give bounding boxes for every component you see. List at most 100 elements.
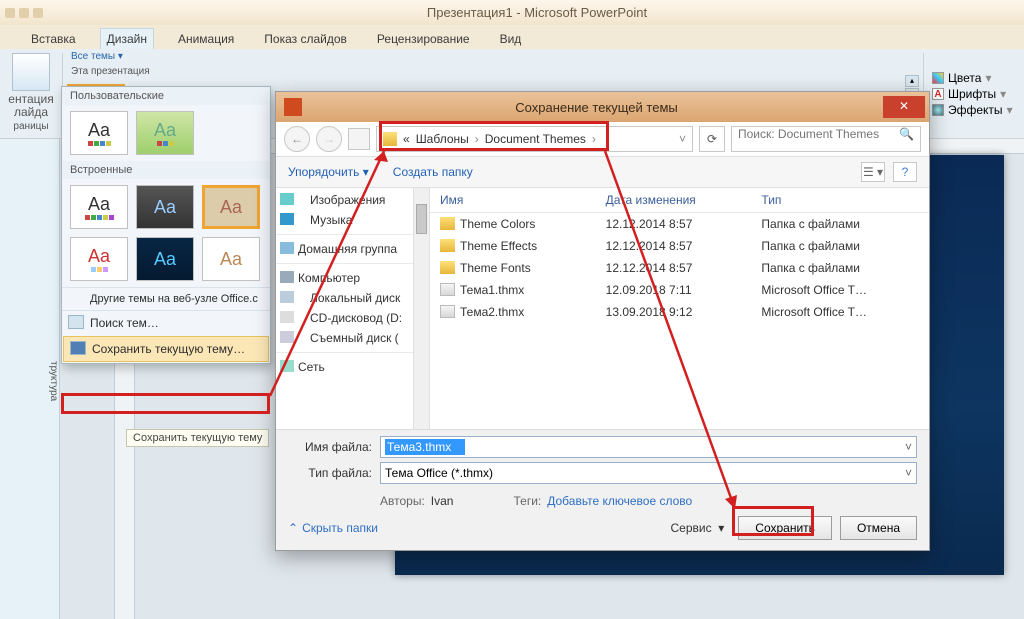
app-title: Презентация1 - Microsoft PowerPoint: [50, 5, 1024, 20]
theme-thumb[interactable]: Aa: [70, 111, 128, 155]
col-name[interactable]: Имя: [430, 188, 596, 213]
folder-icon: [440, 239, 455, 252]
filetype-value: Тема Office (*.thmx): [385, 466, 493, 480]
theme-thumb[interactable]: Aa: [136, 185, 194, 229]
filename-label: Имя файла:: [288, 440, 372, 454]
breadcrumb[interactable]: « Шаблоны› Document Themes› ˅: [376, 126, 693, 152]
powerpoint-icon: [284, 98, 302, 116]
ribbon-orientation-group: ентациялайда раницы: [0, 49, 62, 138]
col-type[interactable]: Тип: [751, 188, 929, 213]
tree-images: Изображения: [276, 190, 413, 210]
tree-cd-drive: CD-дисковод (D:: [276, 308, 413, 328]
dialog-close-button[interactable]: ✕: [883, 96, 925, 118]
theme-gallery-dropdown: Пользовательские Aa Aa Встроенные Aa Aa …: [61, 86, 271, 364]
organize-button[interactable]: Упорядочить ▾: [288, 165, 369, 179]
file-row[interactable]: Theme Effects12.12.2014 8:57Папка с файл…: [430, 235, 929, 257]
app-titlebar: Презентация1 - Microsoft PowerPoint: [0, 0, 1024, 25]
chevron-up-icon: ⌃: [288, 521, 298, 535]
file-row[interactable]: Theme Fonts12.12.2014 8:57Папка с файлам…: [430, 257, 929, 279]
filename-dropdown-icon[interactable]: ˅: [905, 440, 912, 454]
theme-scroll-up-icon[interactable]: ▴: [905, 75, 919, 87]
theme-fonts-button[interactable]: AШрифты ▾: [932, 87, 1016, 101]
hide-folders-button[interactable]: ⌃Скрыть папки: [288, 521, 378, 535]
tab-review[interactable]: Рецензирование: [371, 29, 476, 49]
section-builtin: Встроенные: [62, 161, 270, 179]
folder-tree[interactable]: Изображения Музыка Домашняя группа Компь…: [276, 188, 414, 429]
folder-icon: [440, 261, 455, 274]
search-box[interactable]: 🔍: [731, 126, 921, 152]
theme-file-icon: [440, 283, 455, 296]
dialog-title: Сохранение текущей темы: [310, 100, 883, 115]
save-theme-dialog: Сохранение текущей темы ✕ ← → « Шаблоны›…: [275, 91, 930, 551]
service-button[interactable]: Сервис ▾: [671, 521, 725, 535]
tree-computer: Компьютер: [276, 268, 413, 288]
section-custom: Пользовательские: [62, 87, 270, 105]
tree-network: Сеть: [276, 357, 413, 377]
nav-forward-button[interactable]: →: [316, 126, 342, 152]
tree-removable: Съемный диск (: [276, 328, 413, 348]
folder-icon: [440, 217, 455, 230]
folder-icon: [383, 132, 397, 146]
theme-thumb[interactable]: Aa: [136, 111, 194, 155]
network-icon: [280, 360, 294, 372]
nav-back-button[interactable]: ←: [284, 126, 310, 152]
file-row[interactable]: Theme Colors12.12.2014 8:57Папка с файла…: [430, 213, 929, 236]
col-date[interactable]: Дата изменения: [596, 188, 752, 213]
refresh-button[interactable]: ⟳: [699, 126, 725, 152]
dialog-nav: ← → « Шаблоны› Document Themes› ˅ ⟳ 🔍: [276, 122, 929, 156]
dialog-toolbar: Упорядочить ▾ Создать папку ☰ ▾ ?: [276, 156, 929, 188]
dialog-titlebar: Сохранение текущей темы ✕: [276, 92, 929, 122]
add-tag-link[interactable]: Добавьте ключевое слово: [547, 494, 692, 508]
filename-input[interactable]: [385, 439, 465, 455]
browse-themes[interactable]: Поиск тем…: [62, 310, 270, 335]
filetype-dropdown-icon[interactable]: ˅: [905, 466, 912, 480]
save-button[interactable]: Сохранить: [738, 516, 832, 540]
dialog-bottom: Имя файла: ˅ Тип файла: Тема Office (*.t…: [276, 429, 929, 550]
theme-thumb[interactable]: Aa: [136, 237, 194, 281]
tree-local-disk: Локальный диск: [276, 288, 413, 308]
search-icon: 🔍: [899, 127, 914, 141]
cancel-button[interactable]: Отмена: [840, 516, 917, 540]
theme-thumb[interactable]: Aa: [70, 237, 128, 281]
homegroup-icon: [280, 242, 294, 254]
nav-up-button[interactable]: [348, 128, 370, 150]
tree-homegroup: Домашняя группа: [276, 239, 413, 259]
tab-design[interactable]: Дизайн: [100, 28, 154, 49]
all-themes-link[interactable]: Все темы ▾: [67, 51, 901, 66]
music-icon: [280, 213, 294, 225]
orientation-icon[interactable]: [12, 53, 50, 91]
theme-thumb[interactable]: Aa: [70, 185, 128, 229]
new-folder-button[interactable]: Создать папку: [393, 165, 473, 179]
tab-slideshow[interactable]: Показ слайдов: [258, 29, 353, 49]
file-list[interactable]: Имя Дата изменения Тип Theme Colors12.12…: [430, 188, 929, 429]
theme-thumb[interactable]: Aa: [202, 185, 260, 229]
filetype-field[interactable]: Тема Office (*.thmx) ˅: [380, 462, 917, 484]
drive-icon: [280, 291, 294, 303]
file-row[interactable]: Тема2.thmx13.09.2018 9:12Microsoft Offic…: [430, 301, 929, 323]
outline-tab[interactable]: труктура: [0, 139, 60, 619]
tree-music: Музыка: [276, 210, 413, 230]
file-row[interactable]: Тема1.thmx12.09.2018 7:11Microsoft Offic…: [430, 279, 929, 301]
tab-view[interactable]: Вид: [494, 29, 528, 49]
save-theme-tooltip: Сохранить текущую тему: [126, 429, 269, 447]
theme-file-icon: [440, 305, 455, 318]
theme-effects-button[interactable]: Эффекты ▾: [932, 103, 1016, 117]
save-current-theme[interactable]: Сохранить текущую тему…: [63, 336, 269, 362]
tab-insert[interactable]: Вставка: [25, 29, 82, 49]
more-themes-web[interactable]: Другие темы на веб-узле Office.c: [62, 287, 270, 310]
save-icon: [70, 341, 86, 355]
ribbon-theme-options: Цвета ▾ AШрифты ▾ Эффекты ▾: [924, 49, 1024, 138]
orientation-label: ентациялайда: [8, 93, 53, 119]
pictures-icon: [280, 193, 294, 205]
pages-label: раницы: [13, 121, 48, 132]
tab-animation[interactable]: Анимация: [172, 29, 240, 49]
tree-scrollbar[interactable]: [414, 188, 430, 429]
theme-thumb[interactable]: Aa: [202, 237, 260, 281]
qat: [0, 8, 50, 18]
help-button[interactable]: ?: [893, 162, 917, 182]
view-mode-button[interactable]: ☰ ▾: [861, 162, 885, 182]
search-input[interactable]: [738, 127, 898, 141]
computer-icon: [280, 271, 294, 283]
filename-field[interactable]: ˅: [380, 436, 917, 458]
theme-colors-button[interactable]: Цвета ▾: [932, 71, 1016, 85]
